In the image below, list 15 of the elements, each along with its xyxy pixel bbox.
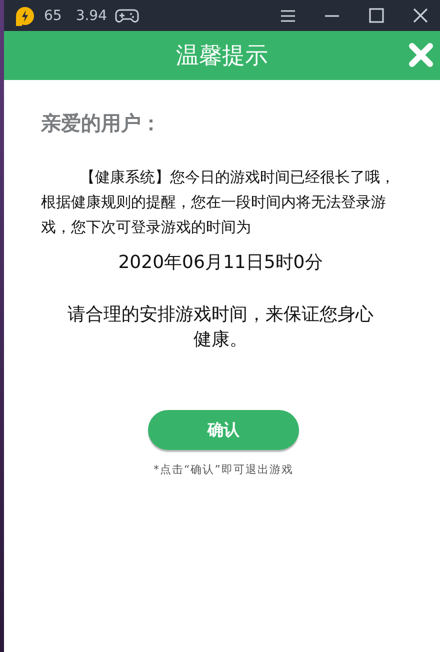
fps-counter: 65 <box>44 8 62 24</box>
greeting-text: 亲爱的用户： <box>41 110 162 137</box>
app-logo-icon <box>14 4 36 26</box>
maximize-icon[interactable] <box>368 8 384 23</box>
exit-note: *点击“确认”即可退出游戏 <box>154 462 294 477</box>
menu-icon[interactable] <box>280 8 296 22</box>
confirm-button[interactable]: 确认 <box>148 410 299 450</box>
next-login-time: 2020年06月11日5时0分 <box>117 251 324 274</box>
minimize-icon[interactable] <box>324 14 340 18</box>
version-label: 3.94 <box>76 8 107 24</box>
advice-text: 请合理的安排游戏时间，来保证您身心健康。 <box>66 303 374 352</box>
dialog-title: 温馨提示 <box>176 42 268 71</box>
message-text: 【健康系统】您今日的游戏时间已经很长了哦，根据健康规则的提醒，您在一段时间内将无法登录游戏，您下次可登录游戏的时间为 <box>41 167 396 238</box>
close-icon[interactable] <box>412 8 428 23</box>
gamepad-icon[interactable] <box>115 8 139 24</box>
